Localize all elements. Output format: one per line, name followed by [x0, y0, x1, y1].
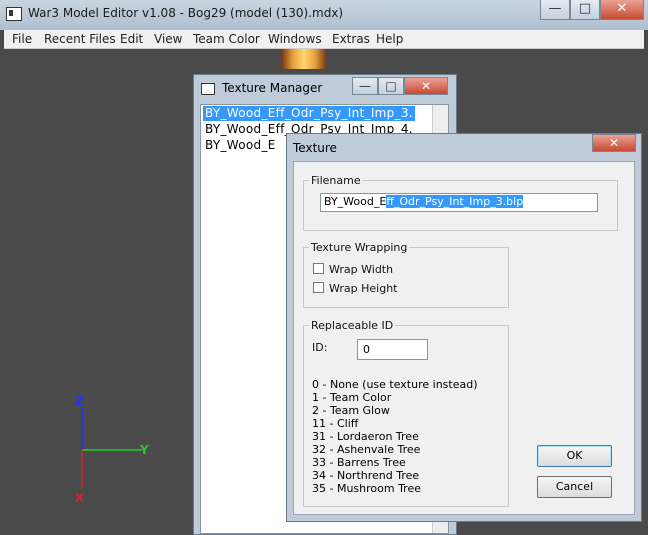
texture-dialog-client: Filename BY_Wood_Eff_Odr_Psy_Int_Imp_3.b… — [293, 161, 635, 515]
wrap-width-checkbox[interactable] — [313, 263, 324, 274]
dialog-close-button[interactable]: ✕ — [592, 134, 636, 152]
replaceable-option: 32 - Ashenvale Tree — [312, 443, 421, 456]
texture-dialog: Texture ✕ Filename BY_Wood_Eff_Odr_Psy_I… — [286, 133, 642, 522]
replaceable-option: 11 - Cliff — [312, 417, 359, 430]
replaceable-option: 34 - Northrend Tree — [312, 469, 420, 482]
filename-value-selected: ff_Odr_Psy_Int_Imp_3.blp — [386, 195, 524, 208]
main-window-title: War3 Model Editor v1.08 - Bog29 (model (… — [28, 6, 344, 20]
wrap-height-checkbox[interactable] — [313, 282, 324, 293]
filename-value-prefix: BY_Wood_E — [324, 195, 387, 208]
replaceable-option: 2 - Team Glow — [312, 404, 390, 417]
filename-input[interactable]: BY_Wood_Eff_Odr_Psy_Int_Imp_3.blp — [320, 193, 598, 212]
axis-gizmo: Z Y X — [75, 394, 149, 505]
id-input[interactable]: 0 — [357, 339, 428, 360]
texture-manager-title: Texture Manager — [222, 81, 323, 95]
menu-windows[interactable]: Windows — [268, 32, 322, 46]
menu-recent-files[interactable]: Recent Files — [44, 32, 116, 46]
cancel-button[interactable]: Cancel — [537, 476, 612, 498]
texture-list-item[interactable]: BY_Wood_E — [203, 138, 278, 153]
minimize-button[interactable]: — — [540, 0, 570, 20]
replaceable-option: 31 - Lordaeron Tree — [312, 430, 419, 443]
menu-extras[interactable]: Extras — [332, 32, 370, 46]
replaceable-option: 0 - None (use texture instead) — [312, 378, 478, 391]
tm-maximize-button[interactable]: □ — [378, 77, 404, 95]
window-icon — [201, 83, 215, 95]
y-axis-label: Y — [139, 443, 149, 457]
app-icon — [6, 7, 22, 21]
tm-minimize-button[interactable]: — — [352, 77, 378, 95]
x-axis-label: X — [75, 491, 85, 505]
z-axis-label: Z — [75, 394, 84, 408]
replaceable-option: 35 - Mushroom Tree — [312, 482, 421, 495]
wrap-width-label: Wrap Width — [329, 263, 394, 276]
texture-manager-title-bar: Texture Manager — □ ✕ — [194, 75, 456, 101]
menu-edit[interactable]: Edit — [120, 32, 143, 46]
id-label: ID: — [312, 341, 328, 354]
texture-list-item[interactable]: BY_Wood_Eff_Odr_Psy_Int_Imp_3. — [203, 106, 415, 121]
tm-close-button[interactable]: ✕ — [404, 77, 448, 95]
model-flame-render — [282, 49, 326, 69]
wrap-height-label: Wrap Height — [329, 282, 398, 295]
texture-dialog-title: Texture — [293, 141, 337, 155]
menu-file[interactable]: File — [12, 32, 32, 46]
menu-team-color[interactable]: Team Color — [193, 32, 260, 46]
maximize-button[interactable]: □ — [570, 0, 600, 20]
replaceable-option: 33 - Barrens Tree — [312, 456, 406, 469]
main-title-bar: War3 Model Editor v1.08 - Bog29 (model (… — [0, 0, 648, 30]
replaceable-id-legend: Replaceable ID — [311, 319, 394, 332]
ok-button[interactable]: OK — [537, 445, 612, 467]
filename-legend: Filename — [311, 174, 361, 187]
texture-wrapping-legend: Texture Wrapping — [311, 241, 408, 254]
replaceable-option: 1 - Team Color — [312, 391, 392, 404]
menu-bar: File Recent Files Edit View Team Color W… — [4, 30, 644, 49]
replaceable-id-options: 0 - None (use texture instead) 1 - Team … — [312, 378, 478, 495]
menu-view[interactable]: View — [154, 32, 182, 46]
menu-help[interactable]: Help — [376, 32, 403, 46]
close-button[interactable]: ✕ — [600, 0, 644, 20]
